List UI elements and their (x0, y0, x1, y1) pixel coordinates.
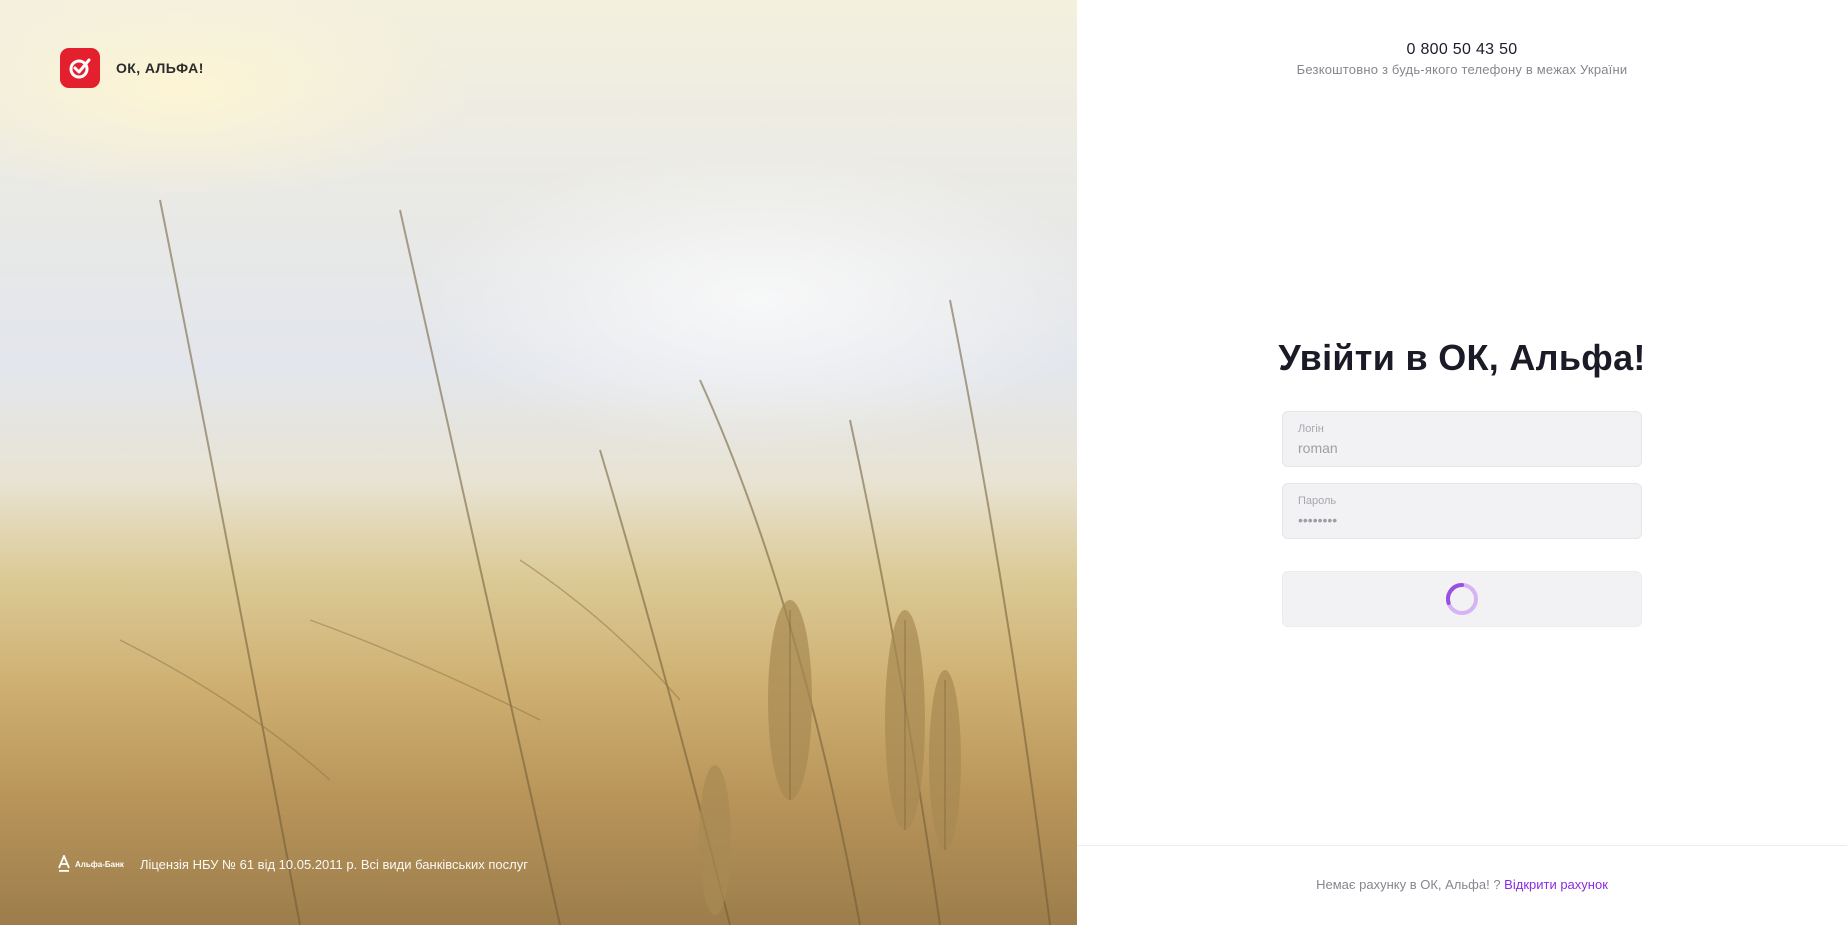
password-input[interactable] (1298, 510, 1628, 530)
hero-footer: Альфа-Банк Ліцензія НБУ № 61 від 10.05.2… (58, 855, 528, 873)
login-field[interactable]: Логін (1282, 411, 1642, 467)
license-text: Ліцензія НБУ № 61 від 10.05.2011 р. Всі … (139, 856, 528, 872)
phone-note: Безкоштовно з будь-якого телефону в межа… (1296, 62, 1628, 77)
open-account-link[interactable]: Відкрити рахунок (1504, 877, 1608, 892)
login-label: Логін (1298, 423, 1324, 435)
loading-spinner-icon (1446, 583, 1478, 615)
login-panel: 0 800 50 43 50 Безкоштовно з будь-якого … (1077, 0, 1847, 925)
brand-name: ОК, АЛЬФА! (116, 60, 204, 76)
hero-panel: ОК, АЛЬФА! Альфа-Банк Ліцензія НБУ № 61 … (0, 0, 1077, 925)
contact-block: 0 800 50 43 50 Безкоштовно з будь-якого … (1077, 41, 1847, 77)
password-label: Пароль (1298, 495, 1337, 507)
brand[interactable]: ОК, АЛЬФА! (60, 48, 204, 88)
bank-mark-text: Альфа-Банк (75, 859, 124, 869)
phone-number[interactable]: 0 800 50 43 50 (1077, 41, 1847, 59)
alfa-bank-logo: Альфа-Банк (58, 855, 124, 873)
footer-divider (1077, 845, 1847, 846)
signup-prompt: Немає рахунку в ОК, Альфа! ? (1316, 877, 1501, 892)
check-heart-icon (60, 48, 100, 88)
wheat-field-image (119, 199, 1051, 925)
login-button[interactable] (1282, 571, 1642, 627)
page-title: Увійти в ОК, Альфа! (1278, 337, 1646, 378)
password-field[interactable]: Пароль (1282, 483, 1642, 539)
alfa-a-icon (58, 855, 70, 872)
signup-block: Немає рахунку в ОК, Альфа! ? Відкрити ра… (1077, 877, 1847, 892)
login-input[interactable] (1298, 438, 1628, 458)
